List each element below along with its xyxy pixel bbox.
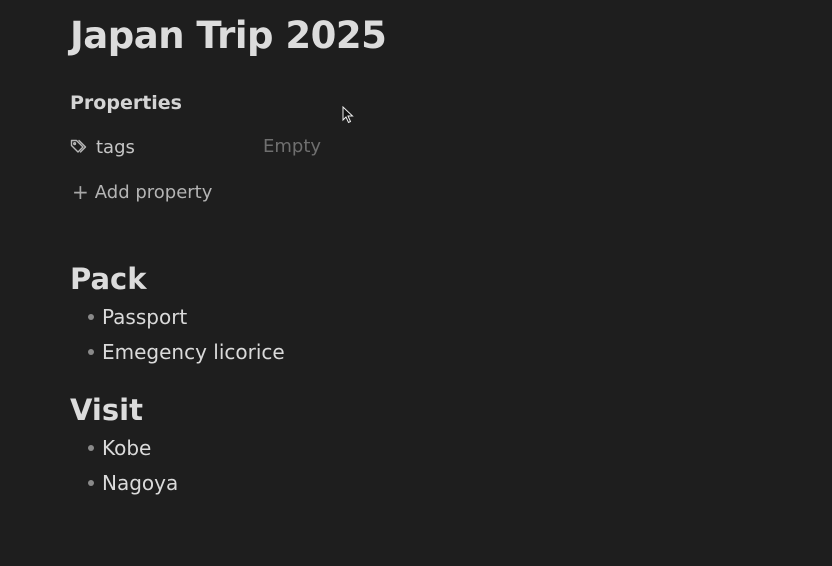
list-item-text: Nagoya [102,470,179,495]
list-item[interactable]: Kobe [86,430,178,465]
list-item[interactable]: Nagoya [86,465,178,500]
bullet-icon [88,444,94,451]
mouse-pointer-icon [342,105,354,124]
list-item-text: Passport [102,304,188,329]
bullet-icon [88,479,94,486]
add-property-button[interactable]: + Add property [72,179,212,205]
heading-pack[interactable]: Pack [70,262,147,296]
visit-list: Kobe Nagoya [86,430,178,500]
heading-visit[interactable]: Visit [70,393,143,427]
properties-heading[interactable]: Properties [70,92,182,114]
list-item[interactable]: Passport [86,299,285,334]
tag-icon [70,138,88,156]
add-property-label: Add property [94,181,213,203]
list-item[interactable]: Emegency licorice [86,334,285,369]
property-key-label: tags [96,136,135,158]
plus-icon: + [72,180,89,204]
note-page: Japan Trip 2025 Properties tags Empty + … [0,0,832,566]
property-key-tags[interactable]: tags [70,134,135,160]
pack-list: Passport Emegency licorice [86,299,285,369]
list-item-text: Kobe [102,435,152,460]
list-item-text: Emegency licorice [102,339,285,364]
note-title[interactable]: Japan Trip 2025 [70,14,387,57]
bullet-icon [88,313,94,320]
property-row-tags: tags Empty [70,134,370,160]
property-value-tags[interactable]: Empty [263,134,321,160]
bullet-icon [88,348,94,355]
